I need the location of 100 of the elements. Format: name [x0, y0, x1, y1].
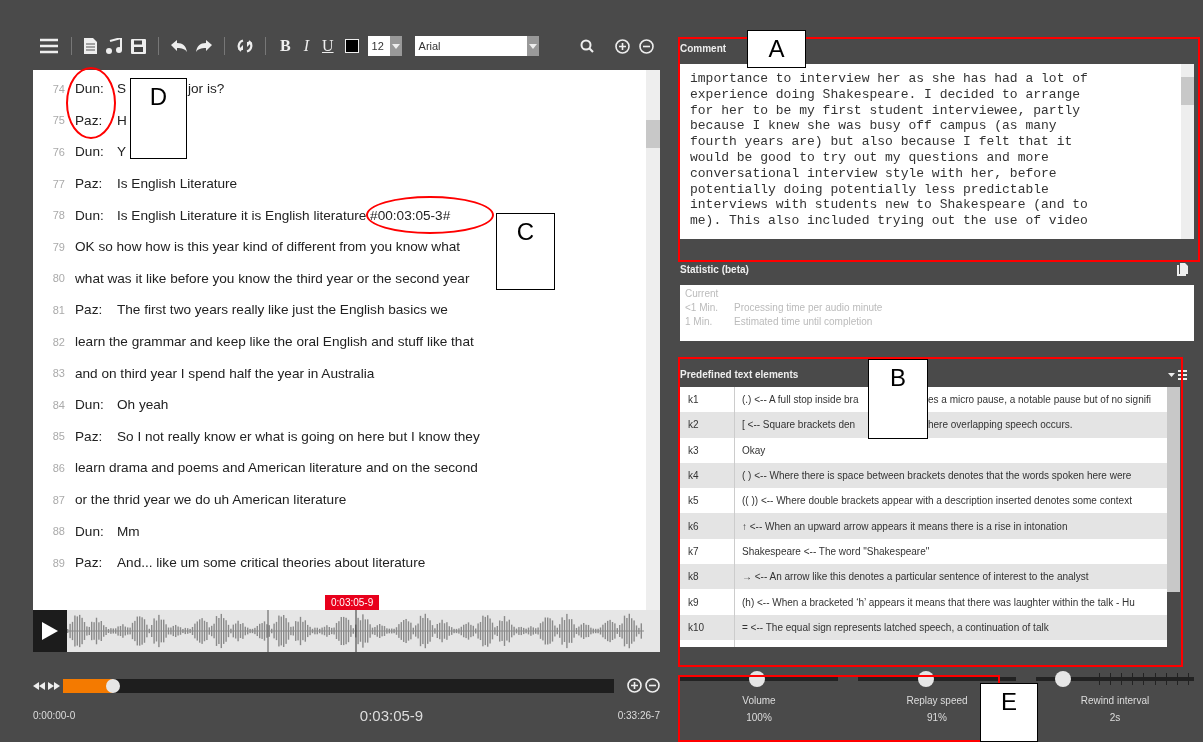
panel-title: Statistic (beta): [680, 264, 749, 275]
speaker-label: Paz:: [75, 112, 104, 128]
transcript-text: Y: [117, 144, 127, 160]
transcript-text: OK so how how is this year kind of different from you know what: [75, 239, 461, 255]
transcript-text: jor is?: [188, 81, 225, 97]
table-cell: k9: [680, 589, 735, 615]
play-icon: [42, 622, 58, 640]
line-number: 76: [51, 146, 65, 158]
callout-label: B: [868, 359, 928, 439]
slider-track[interactable]: [680, 671, 838, 687]
line-number: 81: [51, 303, 65, 316]
redo-icon[interactable]: [196, 39, 212, 53]
transcript-text: and on third year I spend half the year in Australia: [75, 365, 375, 381]
table-cell: [ <-- Square brackets den: [742, 419, 856, 431]
scrollbar-thumb[interactable]: [1181, 77, 1194, 105]
table-cell: (.) <-- A full stop inside bra: [742, 394, 859, 406]
current-time: 0:03:05-9: [359, 707, 424, 724]
font-select[interactable]: Arial: [414, 36, 539, 56]
comment-text-line: because I knew she was busy off campus (as many: [690, 118, 1058, 135]
slider-label: Replay speed: [906, 695, 968, 706]
music-note-icon[interactable]: [106, 38, 122, 54]
transcript-text: learn drama and poems and American literature and on the second: [75, 460, 478, 476]
callout-label: E: [980, 683, 1038, 742]
callout-label: A: [747, 30, 806, 68]
caret-icon: [391, 43, 400, 49]
zoom-in-icon[interactable]: [615, 38, 630, 54]
playhead-time-label: 0:03:05-9: [325, 595, 380, 610]
line-number: 89: [51, 556, 65, 569]
statistic-label: Processing time per audio minute: [734, 302, 883, 313]
slider-value: 100%: [746, 712, 772, 723]
slider-track[interactable]: [1036, 671, 1194, 687]
table-cell: here overlapping speech occurs.: [928, 419, 1073, 431]
table-cell: k10: [680, 614, 735, 640]
color-swatch[interactable]: [344, 39, 359, 53]
panel-title: Predefined text elements: [680, 369, 799, 380]
line-number: 84: [51, 398, 65, 411]
zoom-out-icon[interactable]: [645, 678, 660, 693]
scrollbar-thumb[interactable]: [1167, 387, 1180, 592]
table-cell: ( ) <-- Where there is space between brackets denotes that the words spoken here were: [742, 470, 1132, 482]
fast-forward-icon[interactable]: [48, 681, 60, 690]
slider-value: 2s: [1109, 712, 1121, 723]
format-button[interactable]: B: [278, 37, 293, 55]
dropdown-menu-icon[interactable]: [1168, 369, 1188, 380]
table-cell: (( )) <-- Where double brackets appear with a description inserted denotes some context: [742, 495, 1132, 507]
comment-text-line: interviews with students new to Shakespeare (and to: [690, 197, 1089, 214]
transcript-text: learn the grammar and keep like the oral English and stuff like that: [75, 334, 474, 350]
statistic-heading: Current: [685, 288, 720, 299]
speaker-label: Dun:: [75, 81, 105, 97]
panel-title: Comment: [680, 43, 727, 54]
line-number: 75: [51, 114, 65, 127]
table-cell: k8: [680, 564, 735, 590]
table-cell: ↑ <-- When an upward arrow appears it means there is a rise in intonation: [742, 520, 1068, 532]
callout-label: C: [496, 213, 555, 290]
document-icon[interactable]: [84, 38, 97, 54]
table-cell: (h) <-- When a bracketed ‘h’ appears it means that there was laughter within the talk - Hu: [742, 596, 1135, 608]
speaker-label: Dun:: [75, 397, 105, 413]
speaker-label: Dun:: [75, 523, 105, 539]
font-size-select[interactable]: 12: [367, 36, 402, 56]
transcript-text: Is English Literature: [117, 176, 238, 192]
refresh-icon[interactable]: [237, 38, 253, 54]
line-number: 79: [51, 240, 65, 253]
comment-text-line: for her to be my first student interviewee, partly: [690, 102, 1082, 119]
rewind-icon[interactable]: [33, 681, 45, 690]
scrollbar-thumb[interactable]: [646, 120, 660, 148]
undo-icon[interactable]: [171, 39, 187, 53]
speaker-label: Paz:: [75, 555, 104, 571]
comment-text-line: importance to interview her as she has had a lot of: [690, 71, 1089, 87]
line-number: 77: [51, 177, 65, 190]
table-cell: → <-- An arrow like this denotes a particular sentence of interest to the analyst: [742, 571, 1089, 583]
speaker-label: Paz:: [75, 176, 104, 192]
comment-field[interactable]: [680, 64, 1194, 239]
line-number: 86: [51, 461, 65, 474]
transcript-text: Oh yeah: [117, 397, 169, 413]
comment-text-line: conversational interview style with her, before: [690, 165, 1058, 182]
caret-icon: [528, 43, 537, 49]
slider-value: 91%: [927, 712, 947, 723]
save-icon[interactable]: [131, 38, 146, 54]
speaker-label: Dun:: [75, 207, 105, 223]
zoom-out-icon[interactable]: [639, 38, 654, 54]
table-cell: es a micro pause, a notable pause but of no signifi: [928, 394, 1151, 406]
line-number: 82: [51, 335, 65, 348]
play-button[interactable]: [33, 610, 67, 652]
progress-bar[interactable]: [63, 678, 614, 693]
slider-thumb[interactable]: [1054, 671, 1071, 687]
format-button[interactable]: U: [320, 37, 336, 55]
transcript-editor[interactable]: [33, 70, 660, 610]
line-number: 78: [51, 209, 65, 222]
transcript-text: H: [117, 112, 127, 128]
format-button[interactable]: I: [301, 37, 311, 55]
speaker-label: Paz:: [75, 428, 104, 444]
line-number: 87: [51, 493, 65, 506]
table-cell: Shakespeare <-- The word "Shakespeare": [742, 545, 930, 557]
transcript-text: So I not really know er what is going on here but I know they: [117, 428, 480, 444]
transcript-text: And... like um some critical theories about literature: [117, 555, 426, 571]
table-cell: = <-- The equal sign represents latched speech, a continuation of talk: [742, 621, 1049, 633]
menu-icon[interactable]: [39, 38, 59, 54]
zoom-in-icon[interactable]: [627, 678, 642, 693]
copy-icon[interactable]: [1177, 263, 1188, 276]
line-number: 85: [51, 430, 65, 443]
search-icon[interactable]: [580, 39, 594, 53]
